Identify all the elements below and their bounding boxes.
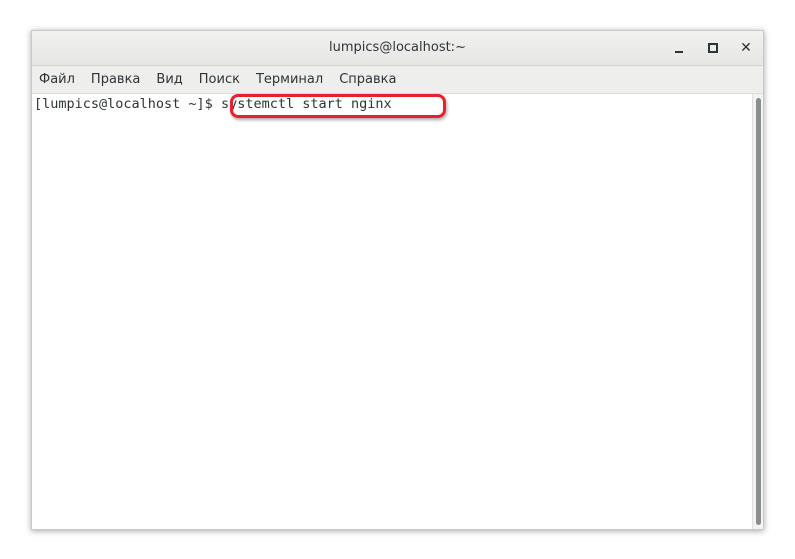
maximize-icon [708, 43, 718, 53]
terminal-window: lumpics@localhost:~ ✕ Файл Правка Вид По… [31, 30, 764, 530]
menu-help[interactable]: Справка [339, 70, 404, 89]
close-icon: ✕ [740, 40, 752, 56]
terminal-output[interactable]: [lumpics@localhost ~]$ systemctl start n… [32, 94, 753, 529]
minimize-icon [675, 51, 683, 53]
minimize-button[interactable] [668, 37, 690, 59]
maximize-button[interactable] [702, 37, 724, 59]
terminal-scrollbar[interactable] [752, 94, 763, 529]
window-title: lumpics@localhost:~ [329, 40, 466, 55]
shell-prompt: [lumpics@localhost ~]$ [34, 96, 221, 112]
title-bar[interactable]: lumpics@localhost:~ ✕ [32, 31, 763, 66]
terminal-line: [lumpics@localhost ~]$ systemctl start n… [34, 96, 392, 112]
menu-bar: Файл Правка Вид Поиск Терминал Справка [32, 66, 763, 94]
menu-terminal[interactable]: Терминал [256, 70, 331, 89]
menu-view[interactable]: Вид [156, 70, 190, 89]
menu-search[interactable]: Поиск [199, 70, 248, 89]
menu-file[interactable]: Файл [39, 70, 83, 89]
scrollbar-thumb[interactable] [756, 98, 761, 525]
shell-command: systemctl start nginx [220, 96, 392, 112]
menu-edit[interactable]: Правка [91, 70, 148, 89]
close-button[interactable]: ✕ [735, 37, 757, 59]
